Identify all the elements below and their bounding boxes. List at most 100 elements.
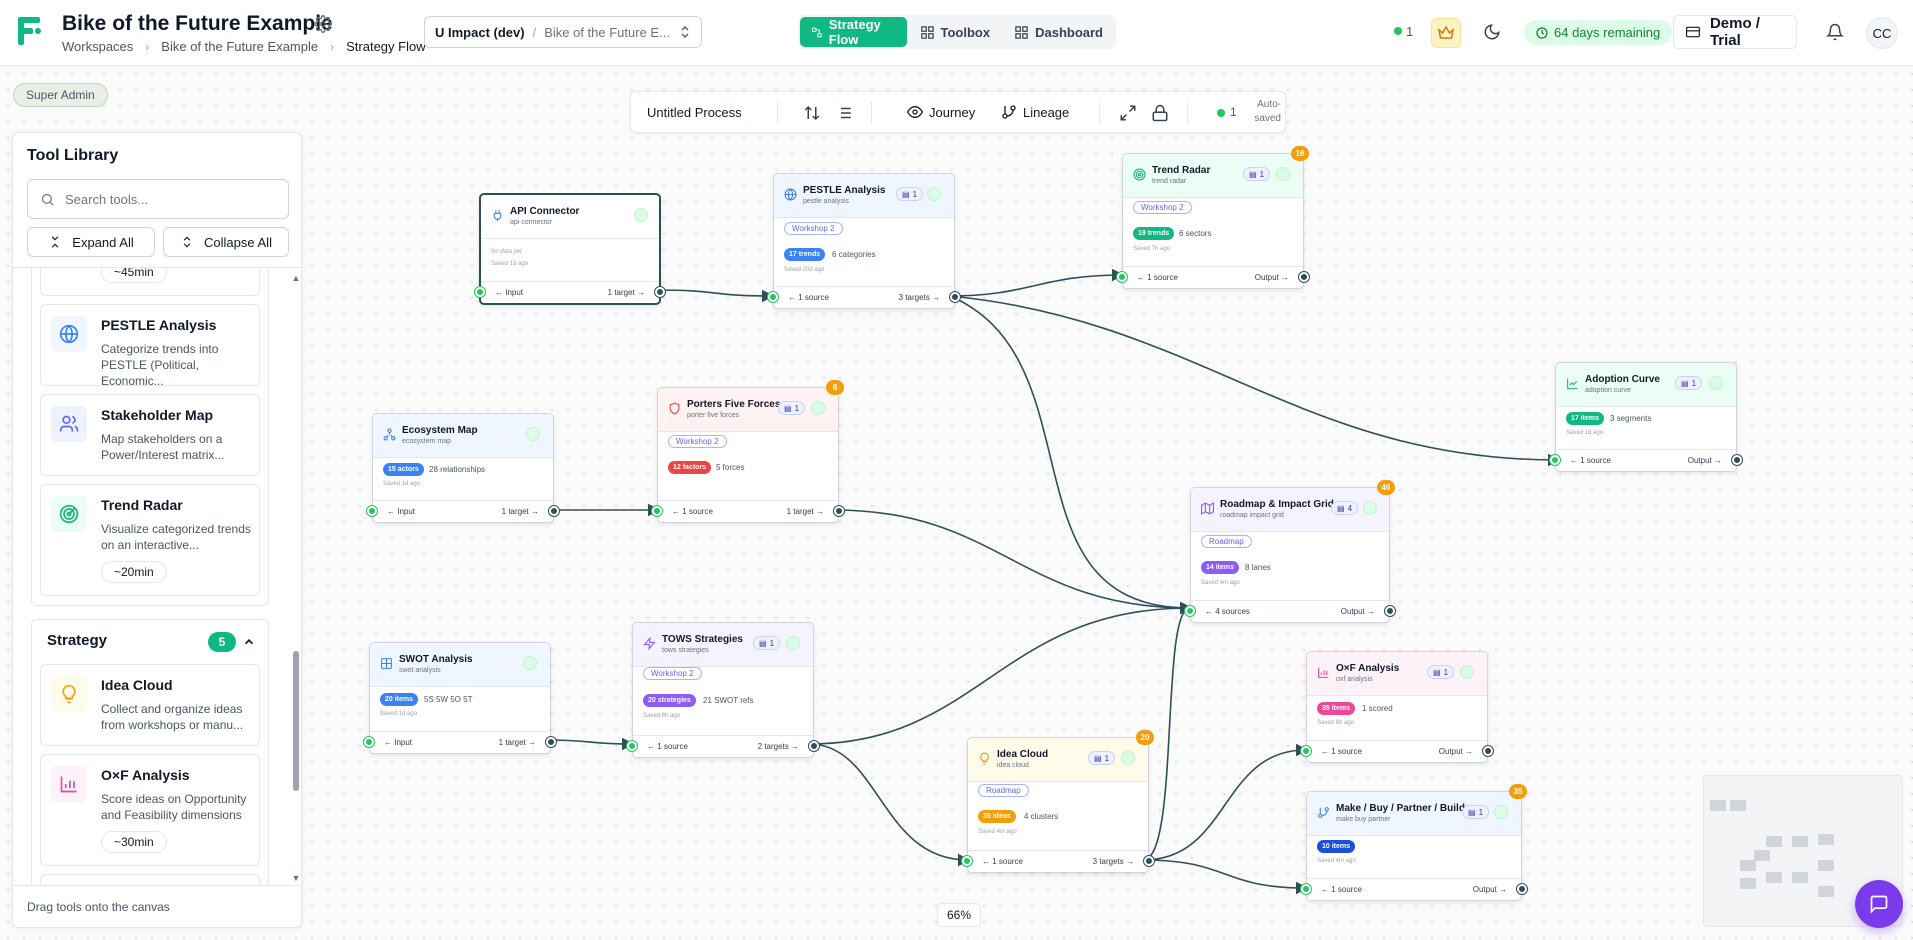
user-avatar[interactable]: CC (1866, 17, 1898, 49)
node-title: Make / Buy / Partner / Build (1336, 803, 1465, 814)
output-port[interactable] (809, 741, 819, 751)
output-port[interactable] (549, 506, 559, 516)
node-tows-strategies[interactable]: TOWS Strategies tows strategies ▤ 1 Works… (627, 622, 819, 758)
tool-name: Trend Radar (101, 497, 183, 513)
lock-icon[interactable] (1151, 104, 1169, 122)
breadcrumb-workspaces[interactable]: Workspaces (62, 39, 133, 54)
minimap-node (1730, 800, 1746, 811)
node-idea-cloud[interactable]: Idea Cloud idea cloud ▤ 1 20 Roadmap 35 i… (962, 730, 1154, 873)
sort-icon[interactable] (803, 104, 821, 122)
tool-search[interactable] (27, 179, 289, 219)
input-port[interactable] (652, 506, 662, 516)
node-pestle-analysis[interactable]: PESTLE Analysis pestle analysis ▤ 1 Works… (768, 173, 960, 309)
chevron-up-icon[interactable] (242, 635, 256, 649)
tool-card[interactable] (40, 874, 260, 885)
tool-card-pestle[interactable]: PESTLE Analysis Categorize trends into P… (40, 304, 260, 388)
app-logo[interactable] (18, 15, 42, 47)
collapse-all-button[interactable]: Collapse All (163, 227, 289, 257)
input-port[interactable] (1185, 606, 1195, 616)
tool-list[interactable]: ~45min PESTLE Analysis Categorize trends… (13, 268, 301, 885)
node-porters-five-forces[interactable]: Porters Five Forces porter five forces ▤… (652, 380, 844, 523)
plan-button[interactable]: Demo / Trial (1673, 15, 1797, 49)
scroll-up-icon[interactable]: ▲ (291, 273, 301, 283)
expand-all-button[interactable]: Expand All (27, 227, 155, 257)
group-title[interactable]: Strategy (47, 632, 107, 649)
input-port[interactable] (1301, 746, 1311, 756)
process-name[interactable]: Untitled Process (647, 105, 742, 120)
tool-card-trend-radar[interactable]: Trend Radar Visualize categorized trends… (40, 484, 260, 596)
output-port[interactable] (1483, 746, 1493, 756)
output-port[interactable] (1299, 272, 1309, 282)
output-port[interactable] (834, 506, 844, 516)
input-port[interactable] (1301, 884, 1311, 894)
trial-status-badge[interactable]: 64 days remaining (1524, 20, 1673, 45)
notification-badge: 46 (1377, 480, 1395, 495)
link-count-chip: ▤ 4 (1331, 501, 1359, 515)
network-icon (383, 428, 396, 441)
node-footer: ← Input 1 target → (370, 731, 550, 753)
lightbulb-icon (980, 752, 989, 765)
tool-card[interactable]: ~45min (40, 268, 260, 296)
node-subtitle: api connector (510, 219, 553, 226)
input-port[interactable] (367, 506, 377, 516)
tab-toolbox[interactable]: Toolbox (909, 17, 1002, 47)
node-make-buy-partner-build[interactable]: Make / Buy / Partner / Build make buy pa… (1301, 784, 1527, 901)
moon-icon[interactable] (1483, 23, 1501, 41)
view-tabs: Strategy Flow Toolbox Dashboard (798, 15, 1116, 49)
output-port[interactable] (1144, 856, 1154, 866)
chat-button[interactable] (1855, 880, 1903, 928)
node-trend-radar[interactable]: Trend Radar trend radar ▤ 1 16 Workshop 2… (1117, 146, 1309, 289)
tool-card-stakeholder-map[interactable]: Stakeholder Map Map stakeholders on a Po… (40, 394, 260, 476)
input-port[interactable] (475, 287, 485, 297)
output-port[interactable] (546, 737, 556, 747)
library-scrollbar[interactable]: ▲ ▼ (291, 273, 301, 883)
workspace-selector[interactable]: U Impact (dev) / Bike of the Future E... (424, 16, 702, 48)
node-ecosystem-map[interactable]: Ecosystem Map ecosystem map 15 actors 28… (367, 413, 559, 523)
node-tag: Workshop 2 (1133, 201, 1192, 214)
tool-library-panel: Tool Library Expand All Collapse All ~45… (12, 132, 302, 928)
journey-button[interactable]: Journey (907, 104, 975, 120)
flow-icon (811, 27, 822, 37)
scrollbar-thumb[interactable] (293, 651, 299, 791)
tool-duration: ~30min (101, 831, 167, 853)
premium-button[interactable] (1431, 18, 1461, 48)
zoom-level[interactable]: 66% (937, 903, 981, 927)
tool-card-idea-cloud[interactable]: Idea Cloud Collect and organize ideas fr… (40, 664, 260, 746)
expand-icon[interactable] (1119, 104, 1137, 122)
status-chip (1276, 167, 1290, 181)
node-roadmap-impact-grid[interactable]: Roadmap & Impact Grid roadmap impact gri… (1185, 480, 1395, 623)
breadcrumb-workspace[interactable]: Bike of the Future Example (161, 39, 318, 54)
node-adoption-curve[interactable]: Adoption Curve adoption curve ▤ 1 17 item… (1550, 362, 1742, 472)
lineage-button[interactable]: Lineage (1001, 104, 1069, 120)
node-swot-analysis[interactable]: SWOT Analysis swot analysis 20 items 5S … (364, 642, 556, 754)
gear-icon[interactable] (314, 15, 332, 33)
library-footer-hint: Drag tools onto the canvas (13, 885, 301, 927)
tool-card-oxf-analysis[interactable]: O×F Analysis Score ideas on Opportunity … (40, 754, 260, 866)
input-port[interactable] (768, 292, 778, 302)
node-oxf-analysis[interactable]: O×F Analysis oxf analysis ▤ 1 35 items 1 … (1301, 651, 1493, 763)
output-port[interactable] (950, 292, 960, 302)
input-port[interactable] (364, 737, 374, 747)
input-port[interactable] (1550, 455, 1560, 465)
git-branch-icon (1002, 105, 1016, 119)
tool-icon-box (51, 406, 87, 442)
tab-strategy-flow[interactable]: Strategy Flow (800, 17, 907, 47)
output-port[interactable] (655, 287, 665, 297)
bell-icon[interactable] (1826, 23, 1844, 41)
node-input-label: ← 1 source (788, 293, 829, 302)
node-count-pill: 12 factors (668, 461, 712, 474)
output-port[interactable] (1517, 884, 1527, 894)
list-icon[interactable] (835, 104, 853, 122)
search-input[interactable] (65, 191, 265, 207)
node-api-connector[interactable]: API Connector api connector No data yet … (475, 193, 665, 305)
output-port[interactable] (1385, 606, 1395, 616)
scroll-down-icon[interactable]: ▼ (291, 873, 301, 883)
status-chip (1363, 501, 1377, 515)
input-port[interactable] (627, 741, 637, 751)
input-port[interactable] (962, 856, 972, 866)
tab-dashboard[interactable]: Dashboard (1003, 17, 1114, 47)
output-port[interactable] (1732, 455, 1742, 465)
presence-dot (1217, 109, 1225, 117)
notification-badge: 20 (1136, 730, 1154, 745)
input-port[interactable] (1117, 272, 1127, 282)
